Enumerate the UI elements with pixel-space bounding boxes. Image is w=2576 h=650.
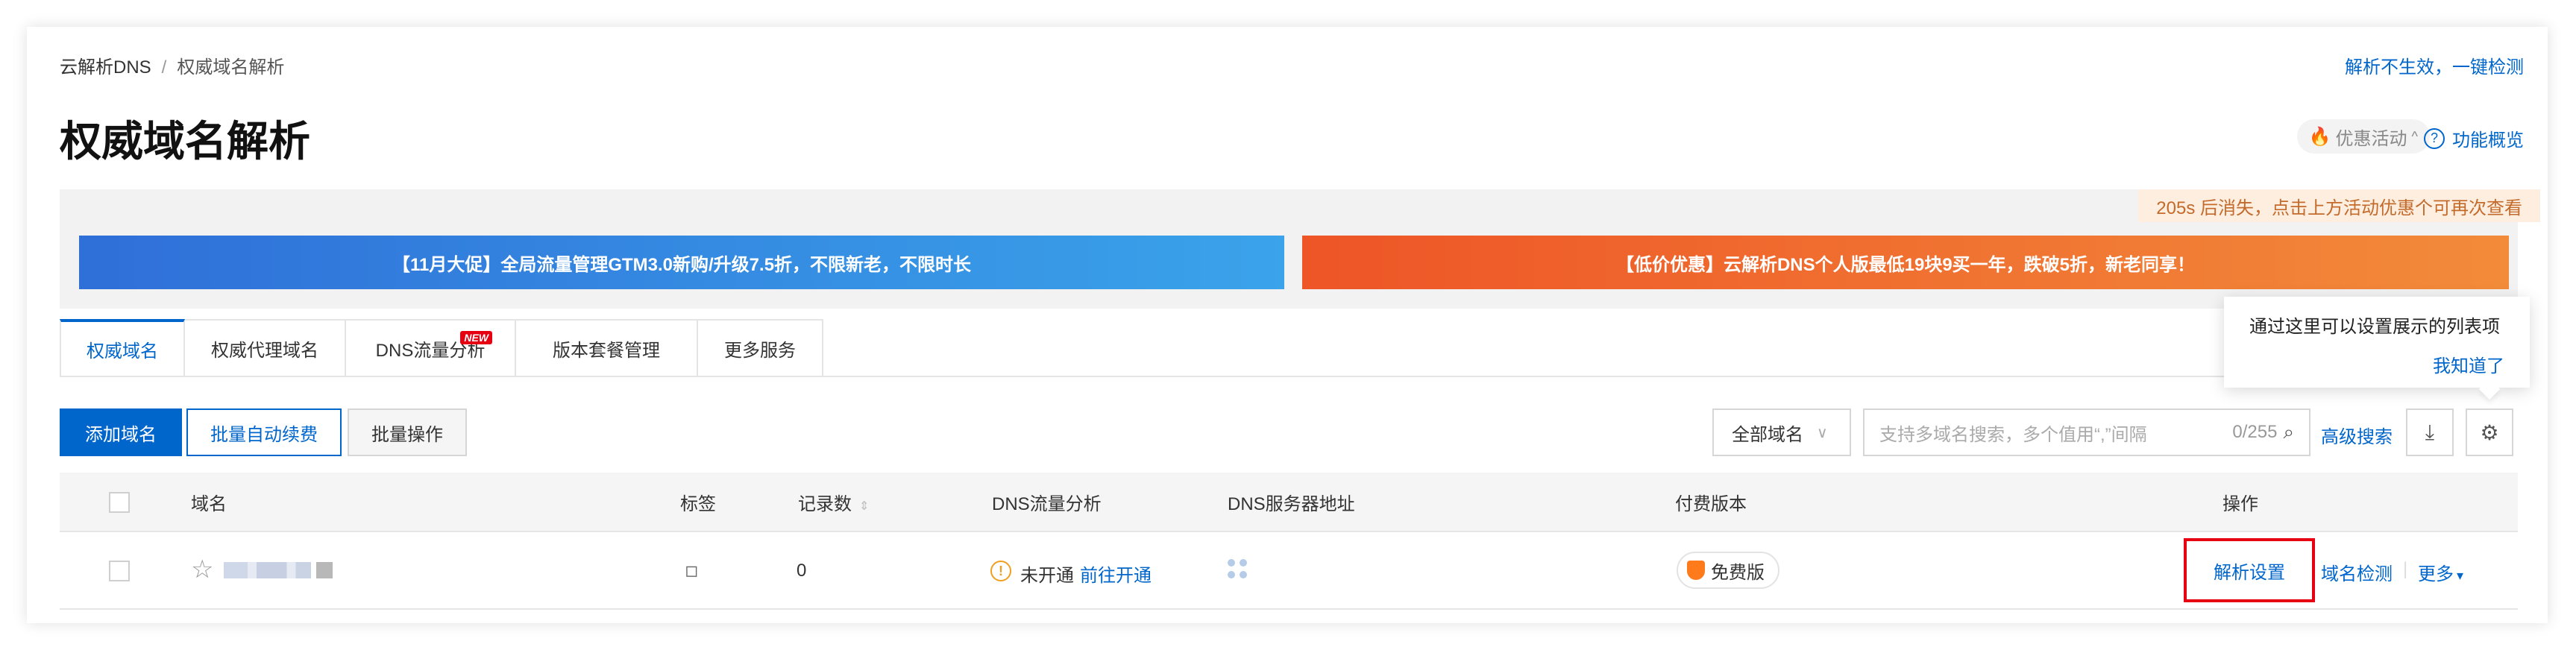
countdown-notice[interactable]: 205s 后消失，点击上方活动优惠个可再次查看 xyxy=(2138,189,2540,222)
new-badge: NEW xyxy=(460,331,492,344)
promo-banner-dns[interactable]: 【低价优惠】云解析DNS个人版最低19块9买一年，跌破5折，新老同享！ xyxy=(1302,236,2509,289)
col-edition: 付费版本 xyxy=(1675,494,1747,514)
sort-icon[interactable]: ⇕ xyxy=(859,500,869,513)
col-actions: 操作 xyxy=(2222,494,2258,514)
row-checkbox[interactable] xyxy=(109,561,130,581)
tab-more-services[interactable]: 更多服务 xyxy=(698,319,823,377)
action-divider: | xyxy=(2403,559,2408,579)
edition-badge[interactable]: 免费版 xyxy=(1677,552,1779,589)
tab-proxy-domains[interactable]: 权威代理域名 xyxy=(185,319,346,377)
tab-dns-analysis[interactable]: DNS流量分析 NEW xyxy=(346,319,516,377)
more-actions-link[interactable]: 更多 ▾ xyxy=(2418,559,2463,585)
dns-settings-link[interactable]: 解析设置 xyxy=(2184,538,2315,602)
enable-analysis-link[interactable]: 前往开通 xyxy=(1080,561,1152,587)
col-records-label: 记录数 xyxy=(798,494,852,514)
tab-plan-management[interactable]: 版本套餐管理 xyxy=(516,319,698,377)
tooltip-text: 通过这里可以设置展示的列表项 xyxy=(2249,317,2500,337)
col-dns-analysis: DNS流量分析 xyxy=(992,494,1102,514)
breadcrumb: 云解析DNS / 权威域名解析 xyxy=(60,52,284,78)
search-icon[interactable]: ⌕ xyxy=(2283,420,2294,444)
warning-icon: ! xyxy=(990,561,1011,581)
shield-icon xyxy=(1687,561,1705,580)
domain-filter-value: 全部域名 xyxy=(1732,424,1803,445)
search-char-count: 0/255 xyxy=(2232,422,2278,442)
diagnose-link[interactable]: 解析不生效，一键检测 xyxy=(2345,52,2524,78)
download-icon: ⤓ xyxy=(2425,420,2435,444)
batch-operations-button[interactable]: 批量操作 xyxy=(348,408,467,456)
domain-filter-select[interactable]: 全部域名 ∨ xyxy=(1712,408,1851,456)
caret-down-icon: ▾ xyxy=(2457,568,2464,583)
download-button[interactable]: ⤓ xyxy=(2406,408,2454,456)
breadcrumb-root[interactable]: 云解析DNS xyxy=(60,57,151,78)
tooltip-confirm-link[interactable]: 我知道了 xyxy=(2249,351,2504,377)
domain-check-link[interactable]: 域名检测 xyxy=(2321,559,2393,585)
question-circle-icon: ? xyxy=(2424,127,2445,149)
gear-icon: ⚙ xyxy=(2480,420,2499,444)
breadcrumb-separator: / xyxy=(161,57,167,78)
domain-name-redacted[interactable] xyxy=(224,562,333,578)
page-title: 权威域名解析 xyxy=(60,118,310,165)
feature-overview-link[interactable]: ? 功能概览 xyxy=(2424,125,2524,151)
flame-icon: 🔥 xyxy=(2308,126,2331,147)
dns-server-icon[interactable] xyxy=(1228,559,1247,578)
promo-button[interactable]: 🔥 优惠活动 ^ xyxy=(2296,119,2430,154)
column-settings-button[interactable]: ⚙ xyxy=(2466,408,2513,456)
tab-bar: 权威域名 权威代理域名 DNS流量分析 NEW 版本套餐管理 更多服务 xyxy=(60,319,823,377)
search-input[interactable]: 支持多域名搜索，多个值用“,”间隔 0/255 ⌕ xyxy=(1863,408,2310,456)
col-tags: 标签 xyxy=(680,494,716,514)
advanced-search-link[interactable]: 高级搜索 xyxy=(2321,422,2393,448)
search-placeholder: 支持多域名搜索，多个值用“,”间隔 xyxy=(1879,424,2147,445)
breadcrumb-current: 权威域名解析 xyxy=(177,57,285,78)
chevron-down-icon: ∨ xyxy=(1817,424,1828,441)
analysis-status: 未开通 xyxy=(1020,566,1074,586)
table-row xyxy=(60,532,2518,610)
promo-banner-gtm[interactable]: 【11月大促】全局流量管理GTM3.0新购/升级7.5折，不限新老，不限时长 xyxy=(79,236,1284,289)
record-count[interactable]: 0 xyxy=(797,561,806,581)
star-icon[interactable]: ☆ xyxy=(191,555,213,584)
edition-label: 免费版 xyxy=(1711,562,1765,583)
add-domain-button[interactable]: 添加域名 xyxy=(60,408,182,456)
col-records[interactable]: 记录数 ⇕ xyxy=(798,489,869,515)
batch-renew-button[interactable]: 批量自动续费 xyxy=(186,408,342,456)
column-settings-tooltip: 通过这里可以设置展示的列表项 我知道了 xyxy=(2224,297,2530,388)
col-dns-servers: DNS服务器地址 xyxy=(1228,494,1355,514)
overview-label: 功能概览 xyxy=(2452,130,2524,151)
tab-divider xyxy=(60,376,2518,377)
promo-label: 优惠活动 xyxy=(2335,128,2407,149)
select-all-checkbox[interactable] xyxy=(109,492,130,513)
col-domain: 域名 xyxy=(191,494,227,514)
more-actions-label: 更多 xyxy=(2418,564,2454,584)
chevron-up-icon: ^ xyxy=(2411,128,2418,144)
tab-authoritative-domains[interactable]: 权威域名 xyxy=(60,319,185,377)
